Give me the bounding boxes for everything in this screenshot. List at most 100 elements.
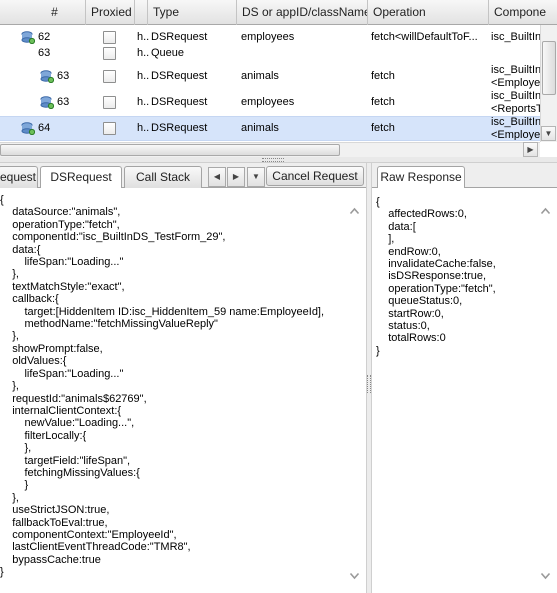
splitter-grip (367, 375, 371, 393)
request-pane: { dataSource:"animals", operationType:"f… (0, 188, 366, 593)
code-line: filterLocally:{ (0, 429, 87, 442)
code-line: }, (0, 491, 19, 504)
proxied-checkbox[interactable] (103, 122, 116, 135)
splitter-grip (262, 158, 284, 162)
code-line: fetchingMissingValues:{ (0, 466, 140, 479)
request-json[interactable]: { dataSource:"animals", operationType:"f… (0, 194, 324, 579)
code-line: }, (0, 330, 19, 343)
response-json[interactable]: { affectedRows:0, data:[ ], endRow:0, in… (376, 196, 496, 357)
row-type: DSRequest (151, 70, 208, 82)
code-line: isDSResponse:true, (376, 270, 487, 283)
row-type: DSRequest (151, 122, 208, 134)
column-header-operation[interactable]: Operation (368, 0, 489, 25)
proxied-checkbox[interactable] (103, 96, 116, 109)
grid-header: # Proxied Type DS or appID/className Ope… (0, 0, 557, 25)
code-line: }, (0, 442, 32, 455)
table-row[interactable]: 63 h.. Queue (0, 41, 540, 66)
datasource-icon (40, 70, 54, 83)
code-line: totalRows:0 (376, 332, 446, 345)
chevron-right-icon[interactable]: ▶ (523, 142, 538, 157)
code-line: ], (376, 233, 395, 246)
row-datasource: employees (241, 96, 295, 108)
code-line: showPrompt:false, (0, 342, 103, 355)
code-line: oldValues:{ (0, 355, 67, 368)
code-line: newValue:"Loading...", (0, 417, 135, 430)
column-header-proxied[interactable]: Proxied (86, 0, 135, 25)
row-datasource: animals (241, 122, 279, 134)
code-line: startRow:0, (376, 307, 444, 320)
code-line: operationType:"fetch", (0, 218, 120, 231)
row-type: DSRequest (151, 96, 208, 108)
row-operation: fetch (371, 122, 395, 134)
dropdown-icon[interactable]: ▼ (247, 167, 265, 187)
table-row[interactable]: 63 h.. DSRequest animals fetch isc_Built… (0, 64, 540, 89)
table-row[interactable]: 63 h.. DSRequest employees fetch isc_Bui… (0, 90, 540, 115)
grid-vertical-scrollbar[interactable]: ▼ (540, 25, 557, 142)
code-line: { (0, 194, 4, 206)
tab-call-stack[interactable]: Call Stack (124, 166, 202, 189)
code-line: }, (0, 380, 19, 393)
row-number: 63 (57, 70, 70, 82)
code-line: methodName:"fetchMissingValueReply" (0, 318, 218, 331)
row-h: h.. (137, 96, 149, 108)
proxied-checkbox[interactable] (103, 47, 116, 60)
code-line: lastClientEventThreadCode:"TMR8", (0, 541, 191, 554)
code-line: requestId:"animals$62769", (0, 392, 147, 405)
proxied-checkbox[interactable] (103, 70, 116, 83)
column-header-blank[interactable] (135, 0, 148, 25)
code-line: dataSource:"animals", (0, 206, 121, 219)
code-line: target:[HiddenItem ID:isc_HiddenItem_59 … (0, 305, 325, 318)
row-number: 63 (38, 47, 51, 59)
row-type: Queue (151, 47, 185, 59)
row-number: 64 (38, 122, 51, 134)
datasource-icon (40, 96, 54, 109)
code-line: }, (0, 268, 19, 281)
response-scrollbar[interactable] (538, 188, 553, 593)
tab-request[interactable]: equest (0, 166, 38, 189)
request-tabbar: equest DSRequest Call Stack ◀ ▶ ▼ Cancel… (0, 163, 366, 189)
code-line: invalidateCache:false, (376, 258, 496, 271)
chevron-down-icon[interactable] (349, 570, 360, 581)
row-number: 63 (57, 96, 70, 108)
row-h: h.. (137, 47, 149, 59)
code-line: queueStatus:0, (376, 295, 463, 308)
code-line: } (376, 344, 380, 357)
code-line: useStrictJSON:true, (0, 504, 110, 517)
code-line: componentId:"isc_BuiltInDS_TestForm_29", (0, 231, 226, 244)
code-line: lifeSpan:"Loading..." (0, 256, 124, 269)
column-header-component[interactable]: Compone (489, 0, 557, 25)
scroll-thumb[interactable] (542, 41, 556, 95)
code-line: } (0, 479, 29, 492)
table-row-selected[interactable]: 64 h.. DSRequest animals fetch isc_Built… (0, 116, 540, 141)
request-grid: # Proxied Type DS or appID/className Ope… (0, 0, 557, 157)
chevron-right-icon[interactable]: ▶ (227, 167, 245, 187)
chevron-left-icon[interactable]: ◀ (208, 167, 226, 187)
chevron-up-icon[interactable] (540, 206, 551, 217)
request-scrollbar[interactable] (347, 188, 362, 593)
cancel-request-button[interactable]: Cancel Request (266, 166, 364, 186)
code-line: } (0, 566, 4, 579)
code-line: lifeSpan:"Loading..." (0, 367, 124, 380)
response-pane: { affectedRows:0, data:[ ], endRow:0, in… (372, 188, 557, 593)
chevron-down-icon[interactable] (540, 570, 551, 581)
column-header-datasource[interactable]: DS or appID/className (237, 0, 368, 25)
row-component: isc_BuiltIn (491, 116, 540, 128)
scroll-thumb[interactable] (0, 144, 340, 156)
chevron-up-icon[interactable] (349, 206, 360, 217)
code-line: targetField:"lifeSpan", (0, 454, 131, 467)
code-line: componentContext:"EmployeeId", (0, 528, 177, 541)
tab-dsrequest[interactable]: DSRequest (40, 166, 122, 189)
row-operation: fetch (371, 96, 395, 108)
code-line: internalClientContext:{ (0, 404, 122, 417)
grid-horizontal-scrollbar[interactable]: ▶ (0, 142, 540, 157)
tab-raw-response[interactable]: Raw Response (377, 166, 465, 189)
code-line: data:[ (376, 220, 416, 233)
code-line: operationType:"fetch", (376, 282, 496, 295)
column-header-type[interactable]: Type (148, 0, 237, 25)
datasource-icon (21, 122, 35, 135)
row-h: h.. (137, 70, 149, 82)
chevron-down-icon[interactable]: ▼ (541, 126, 556, 141)
column-header-number[interactable]: # (0, 0, 86, 25)
row-datasource: animals (241, 70, 279, 82)
row-h: h.. (137, 122, 149, 134)
